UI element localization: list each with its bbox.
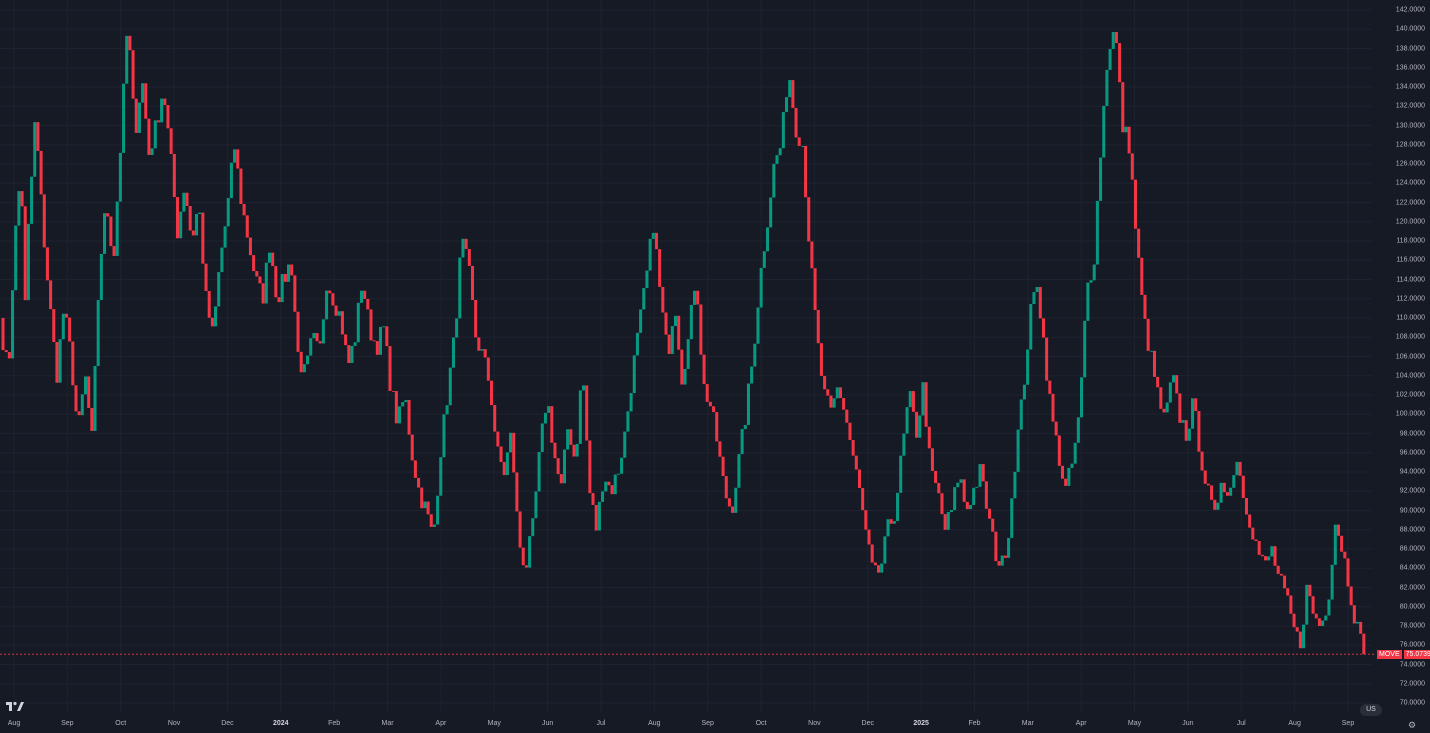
y-tick-label: 138.0000 (1395, 45, 1425, 52)
x-tick-label: Jun (541, 720, 554, 727)
y-tick-label: 106.0000 (1395, 353, 1425, 360)
y-tick-label: 118.0000 (1396, 237, 1425, 245)
y-tick-label: 142.0000 (1395, 6, 1425, 14)
y-tick-label: 128.0000 (1395, 141, 1425, 149)
x-tick-label: Jul (1236, 720, 1246, 727)
candle-up (801, 145, 804, 147)
x-tick-label: Aug (7, 720, 21, 727)
y-tick-label: 108.0000 (1395, 333, 1425, 341)
candle-down (392, 390, 395, 392)
y-tick-label: 120.0000 (1395, 218, 1425, 226)
currency-flags-button[interactable]: US (1360, 704, 1382, 716)
y-tick-label: 86.0000 (1399, 545, 1425, 553)
x-tick-label: Oct (755, 720, 767, 727)
x-tick-label: Mar (1021, 720, 1034, 727)
x-tick-label: Jun (1182, 720, 1194, 727)
x-tick-label: Feb (968, 720, 981, 727)
x-tick-label: Dec (221, 720, 234, 727)
y-tick-label: 80.0000 (1399, 603, 1425, 611)
settings-gear-icon[interactable]: ⚙ (1408, 720, 1416, 731)
y-tick-label: 74.0000 (1399, 661, 1425, 668)
x-tick-label: Sep (61, 720, 74, 727)
y-tick-label: 112.0000 (1396, 295, 1425, 303)
x-tick-label: Dec (861, 720, 874, 727)
y-tick-label: 110.0000 (1396, 314, 1425, 322)
y-tick-label: 126.0000 (1395, 160, 1425, 168)
x-tick-label: Sep (1341, 720, 1355, 727)
y-tick-label: 84.0000 (1399, 564, 1425, 572)
tradingview-logo-icon[interactable] (6, 700, 24, 712)
symbol-badge: MOVE (1377, 649, 1402, 659)
x-tick-label: Sep (701, 720, 714, 727)
y-tick-label: 82.0000 (1399, 584, 1425, 591)
last-price-value: 75.0739 (1403, 649, 1430, 659)
y-tick-label: 76.0000 (1399, 641, 1425, 649)
y-tick-label: 116.0000 (1396, 256, 1425, 264)
y-tick-label: 70.0000 (1399, 699, 1425, 707)
x-tick-label: Aug (1288, 720, 1301, 727)
y-tick-label: 134.0000 (1395, 83, 1425, 91)
x-tick-label: May (487, 720, 501, 727)
y-tick-label: 88.0000 (1399, 526, 1425, 534)
y-tick-label: 72.0000 (1399, 680, 1425, 688)
y-tick-label: 140.0000 (1395, 25, 1425, 33)
y-tick-label: 78.0000 (1399, 622, 1425, 630)
x-tick-label: May (1127, 720, 1142, 727)
candle-up (1150, 350, 1153, 352)
x-tick-label: Mar (381, 720, 394, 727)
y-tick-label: 102.0000 (1395, 391, 1425, 399)
y-tick-label: 132.0000 (1395, 102, 1425, 110)
y-tick-label: 94.0000 (1399, 468, 1425, 476)
y-tick-label: 114.0000 (1396, 276, 1425, 283)
y-tick-label: 122.0000 (1395, 199, 1425, 206)
y-tick-label: 92.0000 (1399, 487, 1425, 495)
x-tick-label: Nov (808, 720, 821, 727)
x-tick-label: Aug (648, 720, 661, 727)
price-chart[interactable] (0, 0, 1430, 733)
last-price-tag: MOVE 75.0739 (1377, 649, 1430, 659)
y-tick-label: 130.0000 (1395, 122, 1425, 129)
x-tick-label: 2025 (913, 720, 929, 727)
x-tick-label: Feb (328, 720, 341, 727)
y-tick-label: 98.0000 (1399, 430, 1425, 437)
y-tick-label: 100.0000 (1395, 410, 1425, 418)
x-tick-label: Apr (1075, 720, 1087, 727)
y-tick-label: 104.0000 (1395, 372, 1425, 380)
x-tick-label: 2024 (273, 720, 289, 727)
y-tick-label: 96.0000 (1399, 449, 1425, 457)
x-tick-label: Nov (167, 720, 181, 727)
x-tick-label: Apr (435, 720, 447, 727)
x-tick-label: Oct (115, 720, 127, 727)
x-tick-label: Jul (596, 720, 606, 727)
y-tick-label: 124.0000 (1395, 179, 1425, 187)
y-tick-label: 136.0000 (1395, 64, 1425, 72)
y-tick-label: 90.0000 (1399, 507, 1425, 514)
chart-grid (0, 0, 1372, 712)
